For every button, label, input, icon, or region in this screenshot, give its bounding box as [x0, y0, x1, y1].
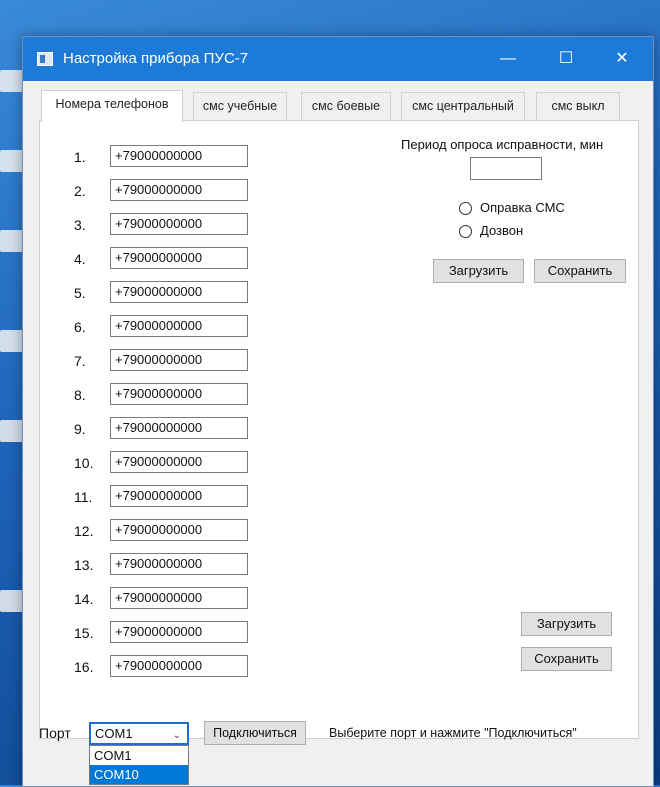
status-text: Выберите порт и нажмите "Подключиться" [329, 726, 577, 740]
row-number: 1. [74, 149, 86, 165]
row-number: 7. [74, 353, 86, 369]
row-number: 8. [74, 387, 86, 403]
row-number: 5. [74, 285, 86, 301]
poll-period-label: Период опроса исправности, мин [401, 137, 604, 152]
row-number: 11. [74, 489, 93, 505]
row-number: 9. [74, 421, 86, 437]
tab-panel: 1. +79000000000 2. +79000000000 3. +7900… [39, 120, 639, 739]
phone-input-10[interactable]: +79000000000 [110, 451, 248, 473]
phone-input-5[interactable]: +79000000000 [110, 281, 248, 303]
row-number: 10. [74, 455, 94, 471]
port-select[interactable]: COM1 ⌄ [89, 722, 189, 745]
poll-period-input[interactable] [470, 157, 542, 180]
row-number: 14. [74, 591, 94, 607]
save-settings-button[interactable]: Сохранить [534, 259, 626, 283]
port-selected-value: COM1 [95, 726, 133, 741]
settings-window: Настройка прибора ПУС-7 — ☐ ✕ Номера тел… [22, 36, 654, 787]
load-settings-button[interactable]: Загрузить [433, 259, 524, 283]
connect-button[interactable]: Подключиться [204, 721, 306, 745]
tab-phone-numbers[interactable]: Номера телефонов [41, 90, 183, 122]
close-button[interactable]: ✕ [599, 37, 645, 81]
title-bar[interactable]: Настройка прибора ПУС-7 — ☐ ✕ [23, 37, 653, 81]
row-number: 12. [74, 523, 94, 539]
phone-input-1[interactable]: +79000000000 [110, 145, 248, 167]
tab-sms-training[interactable]: смс учебные [193, 92, 287, 120]
phone-input-13[interactable]: +79000000000 [110, 553, 248, 575]
phone-input-16[interactable]: +79000000000 [110, 655, 248, 677]
row-number: 2. [74, 183, 86, 199]
phone-input-3[interactable]: +79000000000 [110, 213, 248, 235]
phone-input-9[interactable]: +79000000000 [110, 417, 248, 439]
phone-input-12[interactable]: +79000000000 [110, 519, 248, 541]
port-label: Порт [39, 725, 71, 741]
row-number: 4. [74, 251, 86, 267]
minimize-button[interactable]: — [485, 37, 531, 81]
save-phones-button[interactable]: Сохранить [521, 647, 612, 671]
chevron-down-icon[interactable]: ⌄ [173, 726, 181, 745]
phone-input-14[interactable]: +79000000000 [110, 587, 248, 609]
radio-sms-label[interactable]: Оправка СМС [480, 200, 565, 215]
tab-sms-off[interactable]: смс выкл [536, 92, 620, 120]
port-dropdown: COM1 COM10 [89, 745, 189, 785]
radio-sms[interactable] [459, 202, 472, 215]
tab-sms-combat[interactable]: смс боевые [301, 92, 391, 120]
window-title: Настройка прибора ПУС-7 [63, 50, 249, 67]
row-number: 3. [74, 217, 86, 233]
phone-input-8[interactable]: +79000000000 [110, 383, 248, 405]
load-phones-button[interactable]: Загрузить [521, 612, 612, 636]
phone-input-15[interactable]: +79000000000 [110, 621, 248, 643]
row-number: 16. [74, 659, 94, 675]
radio-call-label[interactable]: Дозвон [480, 223, 523, 238]
tab-sms-central[interactable]: смс центральный [401, 92, 525, 120]
phone-input-7[interactable]: +79000000000 [110, 349, 248, 371]
port-option-highlighted[interactable]: COM10 [90, 765, 188, 784]
phone-input-4[interactable]: +79000000000 [110, 247, 248, 269]
phone-input-11[interactable]: +79000000000 [110, 485, 248, 507]
row-number: 13. [74, 557, 94, 573]
row-number: 6. [74, 319, 86, 335]
port-option[interactable]: COM1 [90, 746, 188, 765]
row-number: 15. [74, 625, 94, 641]
phone-input-2[interactable]: +79000000000 [110, 179, 248, 201]
app-icon [37, 52, 53, 66]
maximize-button[interactable]: ☐ [543, 37, 589, 81]
phone-input-6[interactable]: +79000000000 [110, 315, 248, 337]
radio-call[interactable] [459, 225, 472, 238]
